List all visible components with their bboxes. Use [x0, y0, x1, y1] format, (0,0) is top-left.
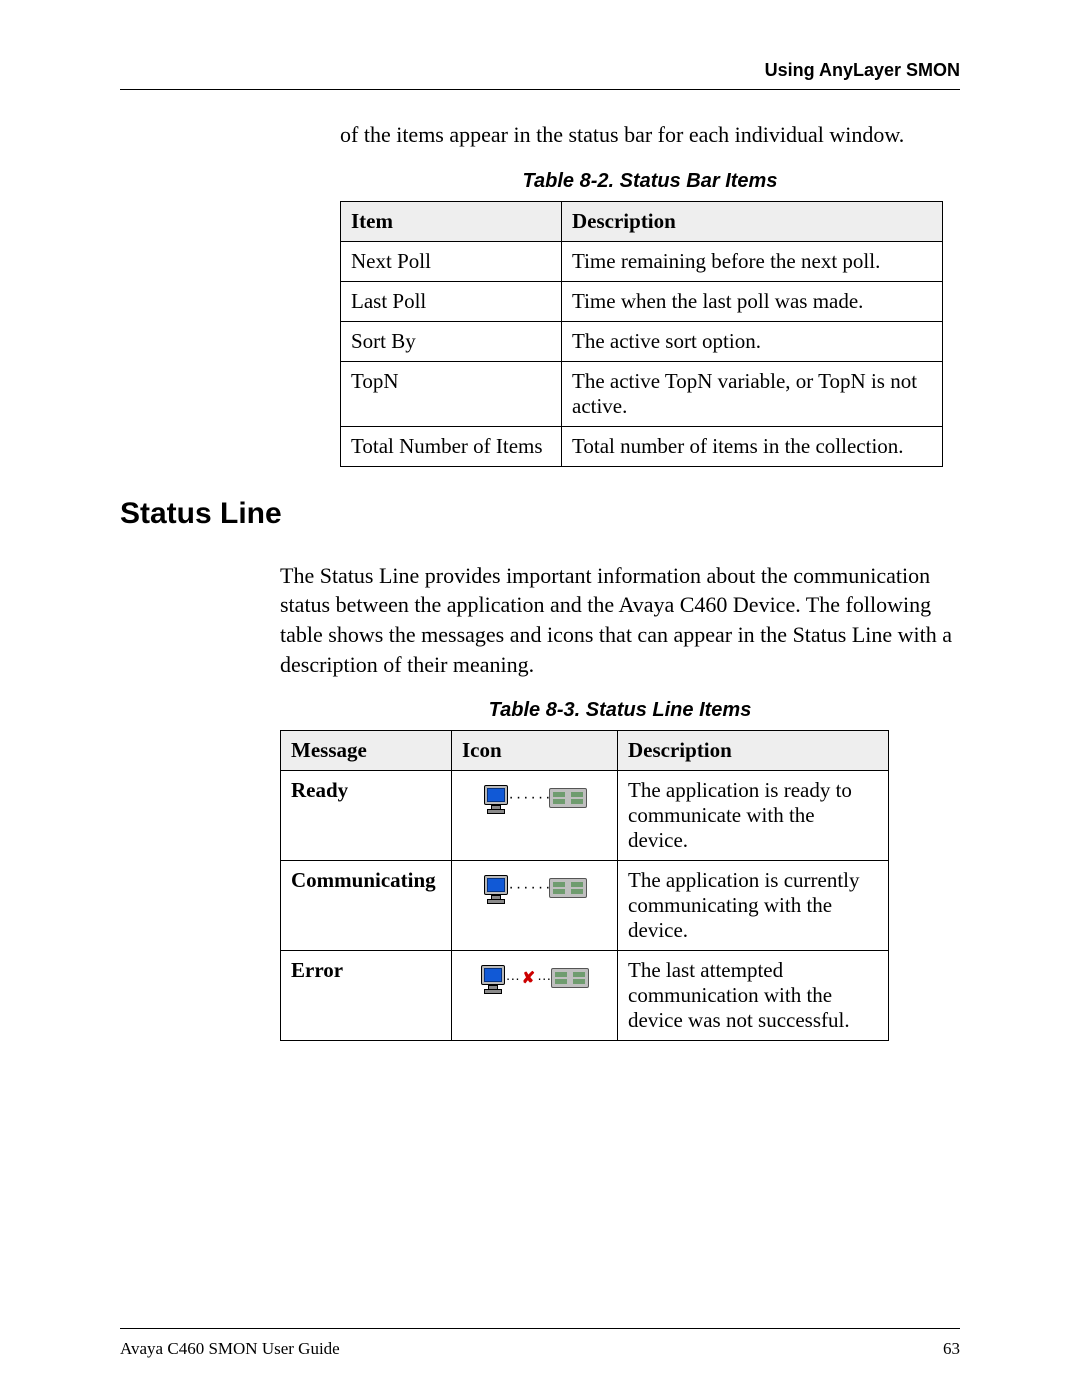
table-row: Ready ········ Th — [281, 771, 889, 861]
cell: Time when the last poll was made. — [562, 281, 943, 321]
column-header-description: Description — [618, 731, 889, 771]
switch-icon — [549, 788, 587, 808]
status-ready-icon: ········ — [462, 778, 607, 818]
footer-doc-title: Avaya C460 SMON User Guide — [120, 1339, 340, 1359]
table-8-2-caption: Table 8-2. Status Bar Items — [340, 170, 960, 193]
content-indent: The Status Line provides important infor… — [280, 561, 960, 1042]
cell-description: The last attempted communication with th… — [618, 951, 889, 1041]
section-heading-status-line: Status Line — [120, 497, 960, 531]
cell: Time remaining before the next poll. — [562, 241, 943, 281]
table-row: Error ··· ✘ ··· — [281, 951, 889, 1041]
column-header-item: Item — [341, 201, 562, 241]
table-row: Message Icon Description — [281, 731, 889, 771]
cell-description: The application is ready to communicate … — [618, 771, 889, 861]
column-header-description: Description — [562, 201, 943, 241]
dots-error-icon: ··· ✘ ··· — [506, 968, 551, 988]
computer-icon — [483, 784, 509, 812]
dots-icon: ········ — [509, 880, 549, 896]
cell-message: Ready — [281, 771, 452, 861]
cell: The active TopN variable, or TopN is not… — [562, 361, 943, 426]
cell-icon: ········ — [452, 771, 618, 861]
content-indent: of the items appear in the status bar fo… — [340, 120, 960, 467]
cell: Sort By — [341, 321, 562, 361]
cell: The active sort option. — [562, 321, 943, 361]
table-row: Total Number of Items Total number of it… — [341, 426, 943, 466]
table-8-3: Message Icon Description Ready ····· — [280, 730, 889, 1041]
computer-icon — [480, 964, 506, 992]
cell: Total Number of Items — [341, 426, 562, 466]
page-number: 63 — [943, 1339, 960, 1359]
table-row: Communicating ········ — [281, 861, 889, 951]
table-row: TopN The active TopN variable, or TopN i… — [341, 361, 943, 426]
status-communicating-icon: ········ — [462, 868, 607, 908]
dots-right: ··· — [537, 970, 551, 986]
cell-icon: ········ — [452, 861, 618, 951]
document-page: Using AnyLayer SMON of the items appear … — [0, 0, 1080, 1397]
cell-icon: ··· ✘ ··· — [452, 951, 618, 1041]
table-row: Last Poll Time when the last poll was ma… — [341, 281, 943, 321]
footer-rule — [120, 1328, 960, 1329]
cell: Total number of items in the collection. — [562, 426, 943, 466]
cell-message: Communicating — [281, 861, 452, 951]
table-row: Sort By The active sort option. — [341, 321, 943, 361]
x-icon: ✘ — [522, 968, 535, 988]
cell: TopN — [341, 361, 562, 426]
column-header-message: Message — [281, 731, 452, 771]
table-8-3-caption: Table 8-3. Status Line Items — [280, 699, 960, 722]
dots-icon: ········ — [509, 790, 549, 806]
table-8-2: Item Description Next Poll Time remainin… — [340, 201, 943, 467]
switch-icon — [551, 968, 589, 988]
cell: Last Poll — [341, 281, 562, 321]
table-row: Item Description — [341, 201, 943, 241]
intro-continuation: of the items appear in the status bar fo… — [340, 120, 960, 150]
dots-left: ··· — [506, 970, 520, 986]
computer-icon — [483, 874, 509, 902]
table-row: Next Poll Time remaining before the next… — [341, 241, 943, 281]
cell-description: The application is currently communicati… — [618, 861, 889, 951]
cell-message: Error — [281, 951, 452, 1041]
column-header-icon: Icon — [452, 731, 618, 771]
status-line-intro: The Status Line provides important infor… — [280, 561, 960, 680]
switch-icon — [549, 878, 587, 898]
cell: Next Poll — [341, 241, 562, 281]
page-footer: Avaya C460 SMON User Guide 63 — [120, 1339, 960, 1359]
header-rule — [120, 89, 960, 90]
running-head: Using AnyLayer SMON — [120, 60, 960, 81]
status-error-icon: ··· ✘ ··· — [462, 958, 607, 998]
